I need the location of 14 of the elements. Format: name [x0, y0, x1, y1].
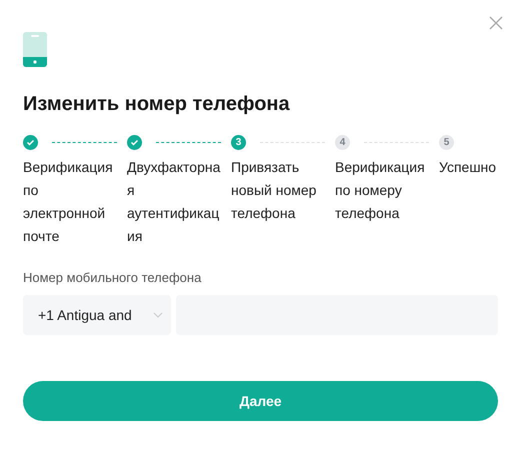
field-label: Номер мобильного телефона — [23, 270, 202, 285]
step-number: 4 — [335, 134, 350, 150]
step-label: Привязать новый номер телефона — [231, 158, 318, 223]
close-button[interactable] — [487, 14, 505, 32]
step-label: Успешно — [439, 158, 498, 177]
step-number: 3 — [231, 134, 246, 150]
phone-icon — [23, 32, 47, 67]
chevron-down-icon — [153, 312, 163, 318]
step-label: Верификация по номеру телефона — [335, 158, 426, 223]
step-label: Верификация по электронной почте — [23, 158, 114, 246]
step-label: Двухфакторная аутентификация — [127, 158, 222, 246]
step-number: 5 — [439, 134, 454, 150]
dialog-title: Изменить номер телефона — [23, 93, 291, 116]
country-select[interactable]: +1 Antigua and — [23, 295, 171, 335]
